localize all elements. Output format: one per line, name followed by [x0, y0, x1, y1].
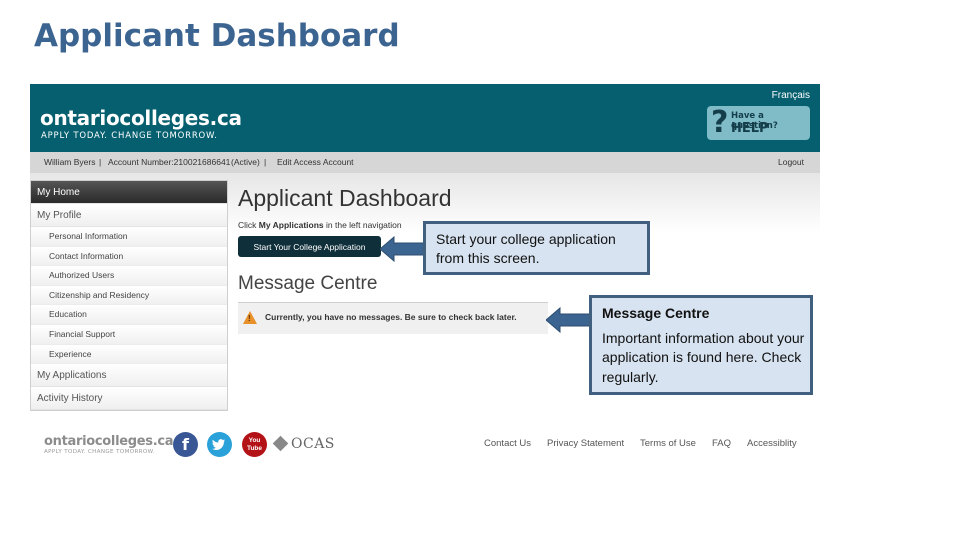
ocas-label: OCAS: [291, 436, 335, 452]
instruction-suffix: in the left navigation: [323, 220, 402, 230]
instruction-text: Click My Applications in the left naviga…: [238, 220, 402, 230]
separator: |: [99, 157, 102, 167]
account-number: Account Number:210021686641: [108, 157, 231, 167]
footer-link-accessibility[interactable]: Accessiblity: [747, 438, 797, 449]
sidebar-item-my-applications[interactable]: My Applications: [31, 364, 227, 388]
footer-link-terms-of-use[interactable]: Terms of Use: [640, 438, 696, 449]
ocas-logo[interactable]: OCAS: [272, 435, 335, 452]
footer-link-privacy-statement[interactable]: Privacy Statement: [547, 438, 624, 449]
callout-start-text: Start your college application from this…: [436, 231, 616, 266]
sidebar-item-experience[interactable]: Experience: [31, 344, 227, 365]
arrow-to-message-centre: [546, 307, 592, 333]
sidebar-item-contact-information[interactable]: Contact Information: [31, 246, 227, 267]
footer-tagline: APPLY TODAY. CHANGE TOMORROW.: [44, 449, 155, 455]
callout-start-application: Start your college application from this…: [423, 221, 650, 275]
message-centre-panel: ! Currently, you have no messages. Be su…: [238, 302, 548, 334]
twitter-bird-glyph: [212, 439, 225, 450]
twitter-icon[interactable]: [207, 432, 232, 457]
site-logo[interactable]: ontariocolleges.ca: [40, 106, 242, 130]
callout-message-text: Important information about your applica…: [602, 329, 805, 385]
account-status: (Active): [231, 157, 260, 167]
ocas-gem-icon: [272, 435, 289, 452]
sidebar-item-activity-history[interactable]: Activity History: [31, 387, 227, 411]
logout-link[interactable]: Logout: [778, 157, 804, 167]
footer-link-contact-us[interactable]: Contact Us: [484, 438, 531, 449]
language-toggle-link[interactable]: Français: [772, 90, 810, 101]
start-application-button[interactable]: Start Your College Application: [238, 236, 381, 257]
message-text: Currently, you have no messages. Be sure…: [265, 312, 517, 322]
youtube-tube: Tube: [246, 445, 263, 452]
sidebar-item-my-home[interactable]: My Home: [31, 181, 227, 204]
site-tagline: APPLY TODAY. CHANGE TOMORROW.: [41, 131, 218, 141]
arrow-to-start-button: [380, 236, 426, 262]
sidebar-item-citizenship-residency[interactable]: Citizenship and Residency: [31, 285, 227, 306]
instruction-prefix: Click: [238, 220, 259, 230]
youtube-you: You: [248, 437, 261, 444]
footer-link-faq[interactable]: FAQ: [712, 438, 731, 449]
separator: |: [264, 157, 267, 167]
sidebar-item-financial-support[interactable]: Financial Support: [31, 324, 227, 345]
instruction-emphasis: My Applications: [258, 220, 324, 230]
slide-title: Applicant Dashboard: [34, 18, 400, 54]
callout-message-title: Message Centre: [602, 305, 710, 321]
question-mark-icon: ?: [711, 105, 729, 140]
page-title: Applicant Dashboard: [238, 185, 452, 211]
sidebar-item-personal-information[interactable]: Personal Information: [31, 227, 227, 247]
account-bar: William Byers | Account Number:210021686…: [30, 152, 820, 173]
account-name: William Byers: [44, 157, 96, 167]
edit-access-account-link[interactable]: Edit Access Account: [277, 157, 354, 167]
sidebar-item-my-profile[interactable]: My Profile: [31, 204, 227, 227]
message-centre-heading: Message Centre: [238, 273, 378, 294]
facebook-icon[interactable]: f: [173, 432, 198, 457]
sidebar-item-education[interactable]: Education: [31, 305, 227, 325]
callout-message-centre: Message Centre Important information abo…: [589, 295, 813, 395]
sidebar-nav: My Home My Profile Personal Information …: [30, 180, 228, 412]
help-label: HELP: [731, 121, 769, 136]
warning-mark: !: [248, 314, 251, 323]
footer-logo[interactable]: ontariocolleges.ca: [44, 434, 174, 449]
help-button[interactable]: ? Have a question? HELP: [707, 105, 810, 140]
youtube-icon[interactable]: You Tube: [242, 432, 267, 457]
site-header: ontariocolleges.ca APPLY TODAY. CHANGE T…: [30, 84, 820, 152]
sidebar-item-authorized-users[interactable]: Authorized Users: [31, 266, 227, 286]
